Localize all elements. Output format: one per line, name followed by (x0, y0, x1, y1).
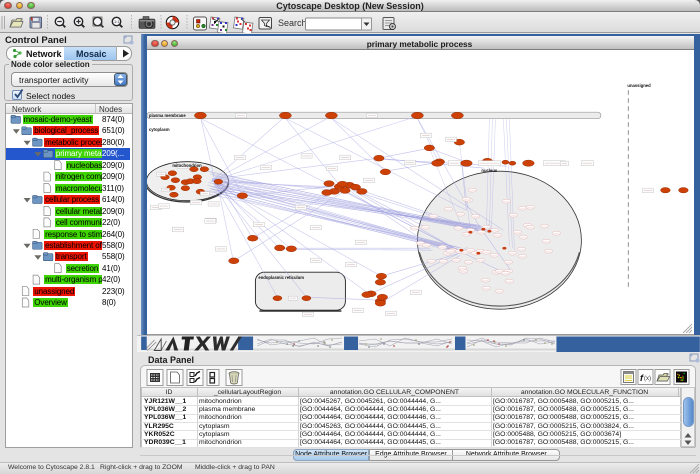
svg-text:endoplasmic reticulum: endoplasmic reticulum (258, 275, 304, 280)
svg-text:unassigned: unassigned (627, 83, 651, 88)
svg-text:Search:: Search: (278, 18, 309, 28)
svg-text:nucleus: nucleus (481, 168, 497, 173)
svg-text:cytoplasm: cytoplasm (148, 127, 169, 132)
svg-text:mitochondrion: mitochondrion (172, 163, 202, 168)
svg-text:plasma membrane: plasma membrane (148, 113, 185, 118)
svg-text:(x): (x) (644, 376, 651, 382)
